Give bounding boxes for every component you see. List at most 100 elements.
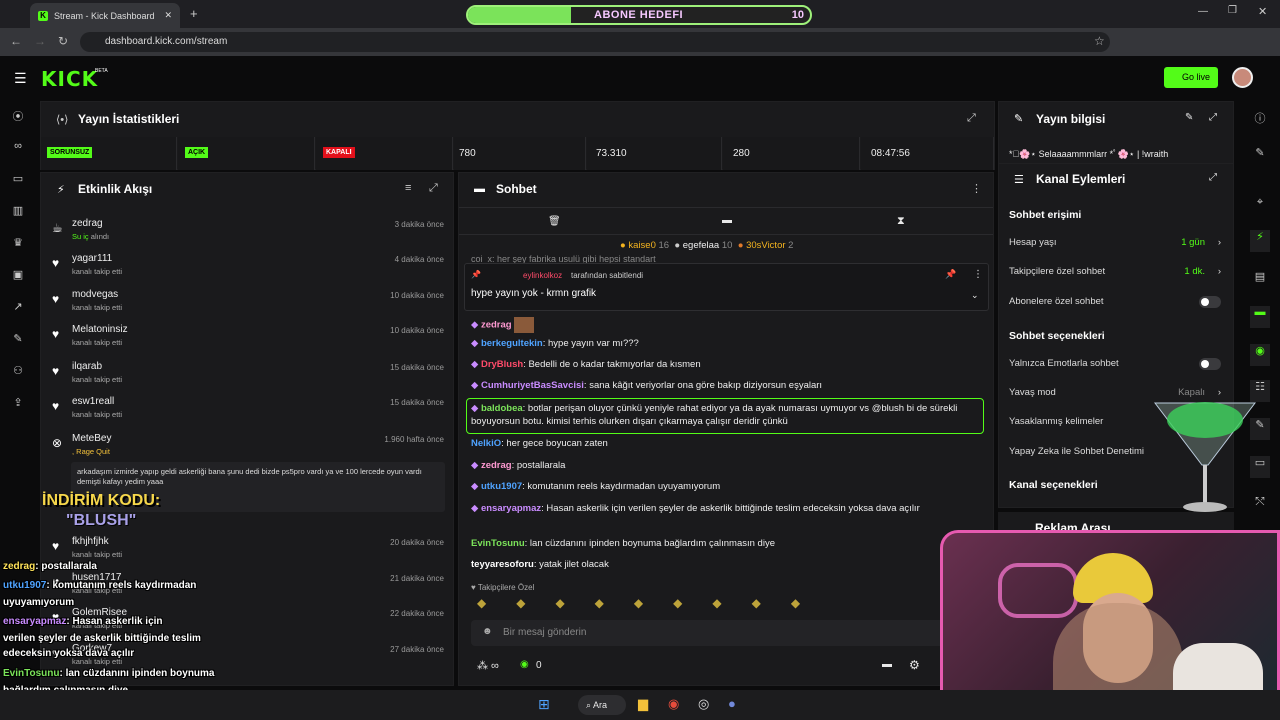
chat-username[interactable]: teyyaresoforu bbox=[471, 559, 534, 570]
upload-icon[interactable]: ⇪ bbox=[10, 396, 26, 412]
channel-points-icon[interactable]: ⁂ ∞ bbox=[477, 659, 499, 672]
event-user[interactable]: modvegas bbox=[72, 289, 118, 300]
leader-name[interactable]: kaise0 bbox=[628, 240, 655, 251]
discord-icon[interactable]: ● bbox=[728, 696, 736, 711]
popout-icon[interactable]: ⤢ bbox=[1209, 112, 1217, 123]
chat-username[interactable]: zedrag bbox=[481, 320, 512, 331]
chat-message[interactable]: ◆ DryBlush: Bedelli de o kadar takmıyorl… bbox=[471, 359, 991, 370]
taskbar-search[interactable]: ⌕ Ara bbox=[578, 695, 626, 715]
analytics-icon[interactable]: ↗ bbox=[10, 300, 26, 316]
radio-icon[interactable]: ◉ bbox=[1250, 344, 1270, 366]
activity-item[interactable]: ♥ ilqarab kanalı takip etti 15 dakika önce bbox=[50, 359, 450, 391]
pencil-icon[interactable]: ✎ bbox=[1185, 112, 1193, 123]
trophy-icon[interactable]: ♛ bbox=[10, 236, 26, 252]
close-window-icon[interactable]: ✕ bbox=[1258, 5, 1267, 18]
chat-message[interactable]: teyyaresoforu: yatak jilet olacak bbox=[471, 559, 991, 570]
activity-item[interactable]: ♥ fkhjhfjhk kanalı takip etti 20 dakika önc… bbox=[50, 534, 450, 566]
gear-icon[interactable]: ⚙ bbox=[909, 658, 920, 672]
focus-icon[interactable]: ⌖ bbox=[1252, 196, 1268, 212]
followers-chat-row[interactable]: Takipçilere özel sohbet 1 dk. › bbox=[1009, 266, 1223, 277]
pinned-by[interactable]: eylinkolkoz bbox=[523, 271, 562, 280]
pencil-icon[interactable]: ✎ bbox=[1252, 146, 1268, 162]
chat-message[interactable]: NelkiO: her gece boyucan zaten bbox=[471, 438, 991, 449]
video-icon[interactable]: ▣ bbox=[10, 268, 26, 284]
chevron-down-icon[interactable]: ⌄ bbox=[971, 290, 979, 301]
lightning-icon[interactable]: ⚡ bbox=[1250, 230, 1270, 252]
back-icon[interactable]: ← bbox=[10, 34, 22, 48]
chat-bubble-icon[interactable]: ▬ bbox=[722, 215, 732, 226]
activity-item[interactable]: ♥ Melatoninsiz kanalı takip etti 10 dakika … bbox=[50, 322, 450, 354]
chat-message[interactable]: ◆ ensaryapmaz: Hasan askerlik için veril… bbox=[471, 502, 981, 515]
emote-bar[interactable]: ◆◆◆◆◆◆◆◆◆ bbox=[471, 596, 931, 614]
info-icon[interactable]: ⓘ bbox=[1252, 110, 1268, 126]
hourglass-icon[interactable]: ⧗ bbox=[897, 215, 905, 228]
avatar[interactable] bbox=[1232, 67, 1253, 88]
unpin-icon[interactable]: 📌 bbox=[945, 269, 956, 280]
event-user[interactable]: Melatoninsiz bbox=[72, 324, 128, 335]
more-icon[interactable]: ⋮ bbox=[973, 269, 983, 280]
minimize-icon[interactable]: — bbox=[1198, 6, 1208, 17]
event-user[interactable]: yagar111 bbox=[72, 253, 112, 264]
emotes-only-toggle[interactable] bbox=[1199, 358, 1221, 370]
activity-item[interactable]: ☕ zedrag Su iç alındı 3 dakika önce bbox=[50, 216, 450, 248]
chat-message[interactable]: ◆ utku1907: komutanım reels kaydırmadan … bbox=[471, 481, 991, 492]
activity-item[interactable]: ⊗ MeteBey , Rage Quit 1.960 hafta önce bbox=[50, 431, 450, 463]
activity-item[interactable]: ♥ modvegas kanalı takip etti 10 dakika önce bbox=[50, 287, 450, 319]
users-icon[interactable]: ⚇ bbox=[10, 364, 26, 380]
popout-icon[interactable]: ⤢ bbox=[429, 182, 438, 195]
chat-message[interactable]: EvinTosunu: lan cüzdanını ipinden boynum… bbox=[471, 538, 991, 549]
chart-icon[interactable]: ▥ bbox=[10, 204, 26, 220]
close-icon[interactable]: ✕ bbox=[164, 10, 172, 21]
event-user[interactable]: ilqarab bbox=[72, 361, 102, 372]
reload-icon[interactable]: ↻ bbox=[58, 34, 68, 48]
emoji-icon[interactable]: ☻ bbox=[482, 626, 493, 637]
leader-name[interactable]: egefelaa bbox=[683, 240, 719, 251]
obs-icon[interactable]: ◎ bbox=[698, 696, 709, 712]
kick-logo[interactable]: KICK bbox=[41, 67, 98, 91]
browser-tab[interactable]: K Stream - Kick Dashboard ✕ bbox=[30, 3, 180, 28]
url-field[interactable]: dashboard.kick.com/stream bbox=[80, 32, 1110, 52]
chat-username[interactable]: zedrag bbox=[481, 460, 512, 471]
chat-message[interactable]: ◆ zedrag bbox=[471, 317, 991, 333]
event-user[interactable]: zedrag bbox=[72, 218, 103, 229]
windows-start-icon[interactable]: ⊞ bbox=[538, 696, 550, 713]
chat-username[interactable]: EvinTosunu bbox=[471, 538, 525, 549]
leader-name[interactable]: 30sVictor bbox=[746, 240, 785, 251]
popout-icon[interactable]: ⤢ bbox=[1209, 172, 1217, 183]
filter-icon[interactable]: ≡ bbox=[405, 182, 411, 194]
chat-username[interactable]: utku1907 bbox=[481, 481, 522, 492]
chat-username[interactable]: ensaryapmaz bbox=[481, 503, 541, 514]
window-icon[interactable]: ▭ bbox=[10, 172, 26, 188]
chat-message[interactable]: ◆ berkegultekin: hype yayın var mı??? bbox=[471, 338, 991, 349]
event-user[interactable]: esw1reall bbox=[72, 396, 114, 407]
chat-username[interactable]: DryBlush bbox=[481, 359, 523, 370]
bookmark-icon[interactable]: ☆ bbox=[1094, 34, 1105, 48]
event-user[interactable]: fkhjhfjhk bbox=[72, 536, 109, 547]
chat-username[interactable]: berkegultekin bbox=[481, 338, 543, 349]
popout-icon[interactable]: ⤢ bbox=[967, 112, 976, 125]
new-tab-icon[interactable]: + bbox=[190, 6, 198, 21]
chat-message[interactable]: ◆ zedrag: postallarala bbox=[471, 460, 991, 471]
event-user[interactable]: MeteBey bbox=[72, 433, 111, 444]
more-icon[interactable]: ⋮ bbox=[971, 182, 982, 195]
document-icon[interactable]: ▤ bbox=[1252, 270, 1268, 286]
chat-username[interactable]: NelkiO bbox=[471, 438, 501, 449]
account-age-row[interactable]: Hesap yaşı 1 gün › bbox=[1009, 237, 1223, 248]
forward-icon[interactable]: → bbox=[34, 34, 46, 48]
chat-icon[interactable]: ▬ bbox=[1250, 306, 1270, 328]
wrench-icon[interactable]: ✎ bbox=[10, 332, 26, 348]
activity-item[interactable]: ♥ yagar111 kanalı takip etti 4 dakika önce bbox=[50, 251, 450, 283]
chat-settings-icon[interactable]: ▬ bbox=[882, 659, 892, 670]
maximize-icon[interactable]: ❐ bbox=[1228, 5, 1237, 16]
folder-icon[interactable]: ▆ bbox=[638, 696, 648, 712]
go-live-button[interactable]: Go live bbox=[1164, 67, 1218, 88]
chat-input[interactable]: ☻ Bir mesaj gönderin bbox=[471, 620, 985, 646]
chat-message[interactable]: ◆ CumhuriyetBasSavcisi: sana kâğıt veriy… bbox=[471, 380, 991, 391]
link-icon[interactable]: ∞ bbox=[10, 140, 26, 156]
activity-item[interactable]: ♥ esw1reall kanalı takip etti 15 dakika önc… bbox=[50, 394, 450, 426]
trash-icon[interactable]: 🗑 bbox=[548, 216, 561, 227]
chrome-icon[interactable]: ◉ bbox=[668, 696, 679, 712]
subs-only-toggle[interactable] bbox=[1199, 296, 1221, 308]
chat-username[interactable]: CumhuriyetBasSavcisi bbox=[481, 380, 584, 391]
menu-icon[interactable]: ☰ bbox=[14, 70, 27, 87]
